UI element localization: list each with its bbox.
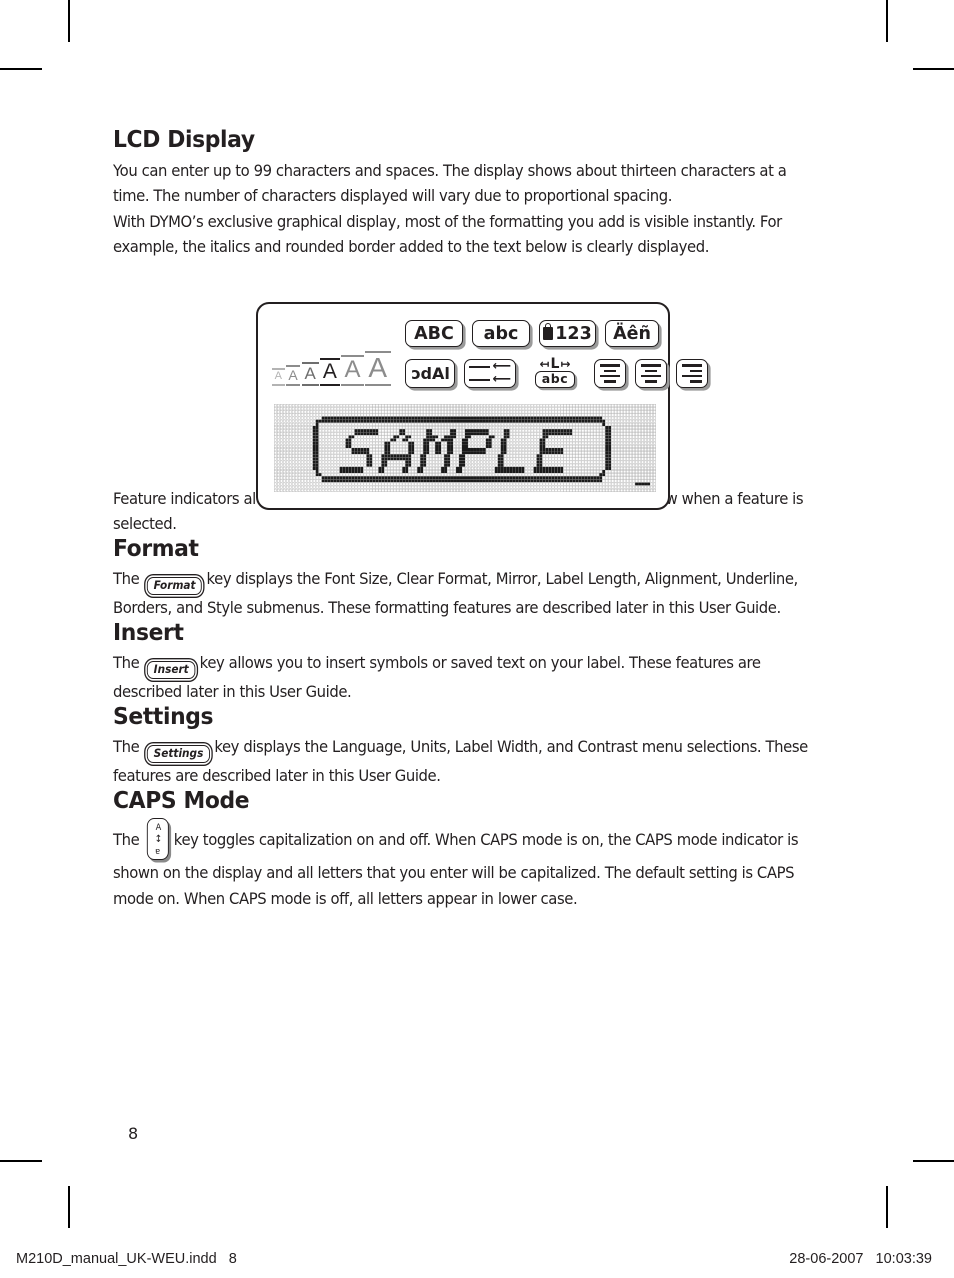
lcd-indicator-row-bottom: lAbc ⟵ ⟵ ↤ L ↦ abc xyxy=(405,355,708,388)
paragraph-insert: The Insert key allows you to insert symbo… xyxy=(113,650,813,705)
accented-characters-indicator-label: Äêñ xyxy=(613,323,651,344)
paragraph-lcd-display-1: You can enter up to 99 characters and sp… xyxy=(113,160,787,206)
crop-mark-bottom-left xyxy=(68,1186,70,1228)
font-size-step-4: A xyxy=(319,357,341,386)
font-size-step-1: A xyxy=(272,367,285,386)
caps-uppercase-indicator[interactable]: ABC xyxy=(405,320,463,347)
caps-key-upper-letter: A xyxy=(155,823,162,833)
crop-mark-bottom-right xyxy=(886,1186,888,1228)
heading-lcd-display: LCD Display xyxy=(113,125,255,153)
underline-icon: ⟵ ⟵ xyxy=(465,360,515,386)
caps-key-lower-letter: a xyxy=(155,846,161,856)
caps-text-before: The xyxy=(113,830,144,849)
settings-text-after: key displays the Language, Units, Label … xyxy=(113,737,808,785)
label-length-letter: L xyxy=(550,355,560,372)
page-content: LCD Display You can enter up to 99 chara… xyxy=(113,125,813,911)
footer-timestamp: 28-06-2007 10:03:39 xyxy=(789,1251,932,1267)
lcd-display-figure: AAAAAA ABC abc 123 Äêñ lAbc ⟵ ⟵ ↤ L ↦ ab… xyxy=(256,302,708,510)
caps-text-after: key toggles capitalization on and off. W… xyxy=(113,830,799,908)
crop-mark-left-bottom xyxy=(0,1160,42,1162)
underline-indicator[interactable]: ⟵ ⟵ xyxy=(464,359,516,388)
lcd-indicator-row-top: ABC abc 123 Äêñ xyxy=(405,320,659,347)
mirror-indicator-label: lAbc xyxy=(410,364,450,383)
footer-filename: M210D_manual_UK-WEU.indd 8 xyxy=(16,1251,237,1267)
align-center-indicator[interactable] xyxy=(635,359,667,388)
paragraph-lcd-display-2: With DYMO’s exclusive graphical display,… xyxy=(113,211,782,257)
font-size-step-6: A xyxy=(364,350,391,386)
lowercase-indicator-label: abc xyxy=(483,323,519,344)
format-text-before: The xyxy=(113,569,144,588)
heading-caps-mode: CAPS Mode xyxy=(113,785,250,814)
insert-text-before: The xyxy=(113,653,144,672)
label-length-indicator[interactable]: ↤ L ↦ abc xyxy=(525,355,585,388)
format-text-after: key displays the Font Size, Clear Format… xyxy=(113,569,798,617)
paragraph-caps-mode: The A ↕ a key toggles capitalization on and… xyxy=(113,818,813,911)
align-right-indicator[interactable] xyxy=(676,359,708,388)
settings-keycap[interactable]: Settings xyxy=(147,745,210,763)
length-arrows-icon: ↤ L ↦ xyxy=(539,355,571,372)
lock-icon xyxy=(543,322,554,340)
insert-keycap[interactable]: Insert xyxy=(147,661,196,679)
align-right-icon xyxy=(682,364,702,368)
page-number: 8 xyxy=(128,1124,139,1143)
number-lock-indicator[interactable]: 123 xyxy=(539,320,596,347)
caps-uppercase-indicator-label: ABC xyxy=(414,323,454,344)
insert-text-after: key allows you to insert symbols or save… xyxy=(113,653,761,701)
heading-format: Format xyxy=(113,533,199,562)
crop-mark-top-right xyxy=(886,0,888,42)
font-size-step-5: A xyxy=(341,354,364,386)
heading-settings: Settings xyxy=(113,701,214,730)
up-down-arrow-icon: ↕ xyxy=(154,834,163,845)
align-center-icon xyxy=(641,364,661,368)
label-length-text: abc xyxy=(534,371,576,388)
number-lock-indicator-label: 123 xyxy=(555,323,592,344)
heading-insert: Insert xyxy=(113,617,184,646)
font-size-indicator: AAAAAA xyxy=(272,342,396,386)
caps-mode-keycap[interactable]: A ↕ a xyxy=(147,818,170,860)
lcd-dot-matrix-screen xyxy=(274,404,656,492)
accented-characters-indicator[interactable]: Äêñ xyxy=(605,320,659,347)
align-left-icon xyxy=(600,364,620,368)
crop-mark-right-bottom xyxy=(913,1160,954,1162)
align-left-indicator[interactable] xyxy=(594,359,626,388)
crop-mark-left-top xyxy=(0,68,42,70)
crop-mark-right-top xyxy=(913,68,954,70)
crop-mark-top-left xyxy=(68,0,70,42)
paragraph-format: The Format key displays the Font Size, Cl… xyxy=(113,566,813,621)
document-page: LCD Display You can enter up to 99 chara… xyxy=(0,0,954,1278)
font-size-step-2: A xyxy=(285,364,301,386)
lowercase-indicator[interactable]: abc xyxy=(472,320,530,347)
font-size-step-3: A xyxy=(301,361,319,386)
paragraph-settings: The Settings key displays the Language, U… xyxy=(113,734,813,789)
settings-text-before: The xyxy=(113,737,144,756)
mirror-indicator[interactable]: lAbc xyxy=(405,359,455,388)
format-keycap[interactable]: Format xyxy=(147,577,202,595)
